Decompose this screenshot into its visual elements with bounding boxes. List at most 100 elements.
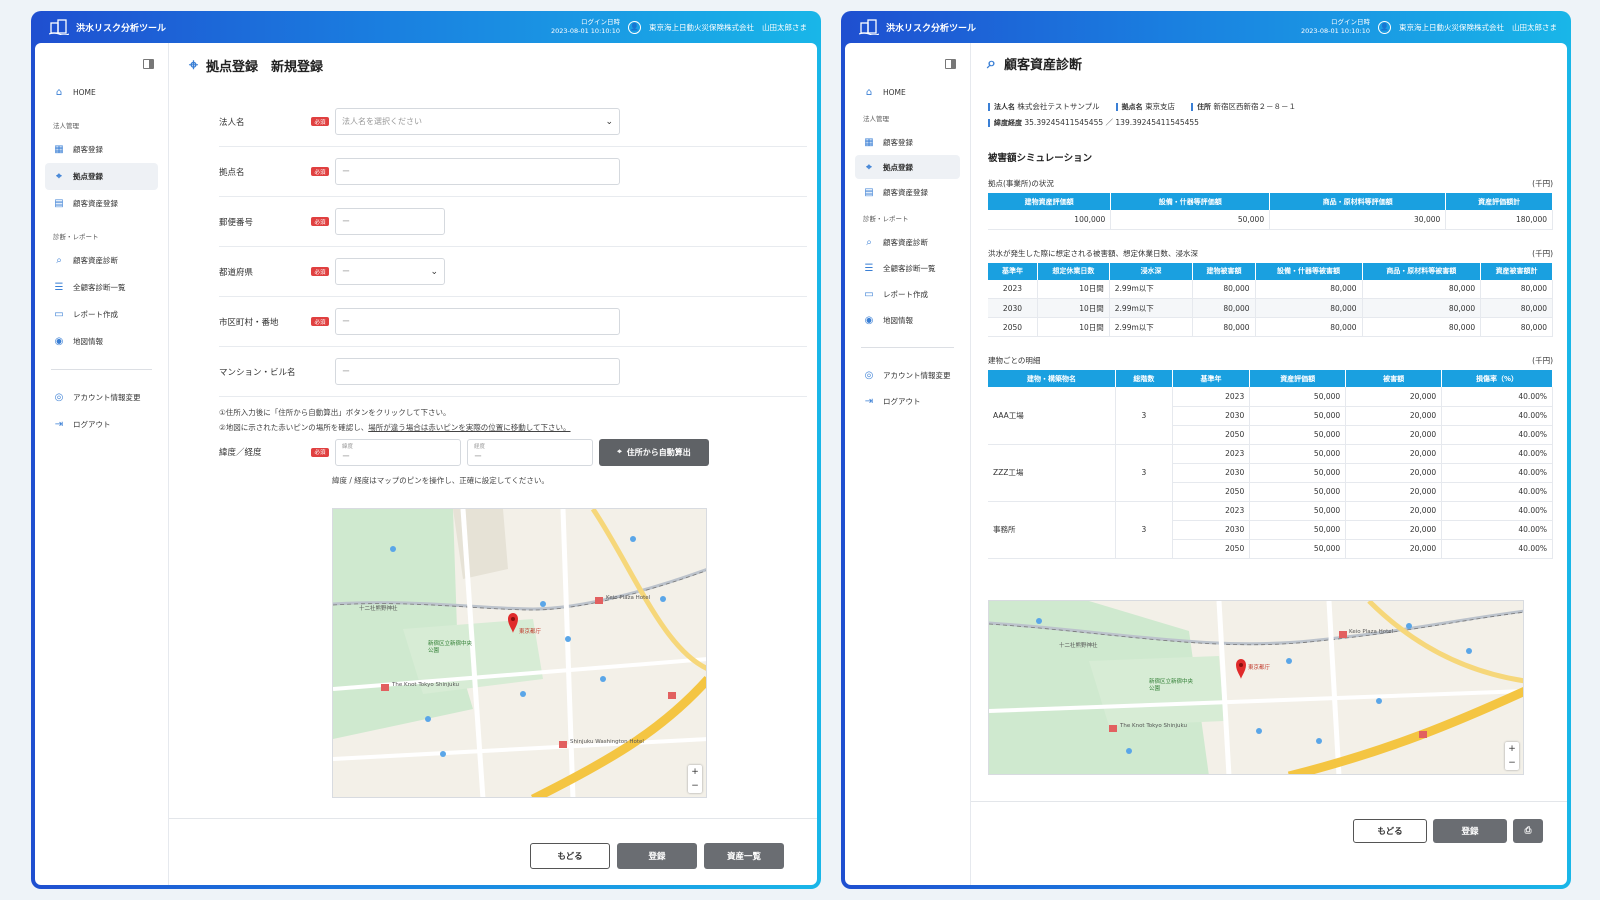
- zoom-out-button[interactable]: −: [1505, 756, 1519, 770]
- sidebar-item-report[interactable]: ▭ レポート作成: [45, 301, 158, 328]
- sidebar-item-account[interactable]: ◎ アカウント情報変更: [45, 384, 158, 411]
- corp-select[interactable]: 法人名を選択ください ⌄: [335, 108, 620, 135]
- table-cell: 50,000: [1249, 539, 1347, 559]
- back-button[interactable]: もどる: [530, 843, 610, 869]
- sidebar-item-map[interactable]: ◉ 地図情報: [855, 307, 960, 333]
- table-cell: 40.00%: [1441, 444, 1553, 464]
- print-button[interactable]: ⎙: [1513, 819, 1543, 843]
- register-button[interactable]: 登録: [617, 843, 697, 869]
- printer-icon: ⎙: [1524, 826, 1532, 836]
- sidebar-item-map[interactable]: ◉ 地図情報: [45, 328, 158, 355]
- map-park-label: 新宿区立新宿中央公園: [1149, 679, 1194, 692]
- back-button[interactable]: もどる: [1353, 819, 1427, 843]
- table-cell: 40.00%: [1441, 482, 1553, 502]
- sidebar-item-all-diagnosis[interactable]: ☰ 全顧客診断一覧: [45, 274, 158, 301]
- sidebar-item-site-registration[interactable]: ⌖ 拠点登録: [855, 155, 960, 179]
- location-map[interactable]: 東京都庁 Keio Plaza Hotel The Knot Tokyo Shi…: [332, 508, 707, 798]
- table-cell: 50,000: [1249, 444, 1347, 464]
- zip-input[interactable]: ー: [335, 208, 445, 235]
- location-map[interactable]: 東京都庁 Keio Plaza Hotel The Knot Tokyo Shi…: [988, 600, 1524, 775]
- sidebar-collapse-icon[interactable]: [945, 59, 956, 69]
- table-header: 基準年: [1172, 370, 1251, 387]
- table1-caption: 拠点(事業所)の状況 (千円): [988, 179, 1553, 188]
- table-header: 資産評価額: [1249, 370, 1347, 387]
- app-title: 洪水リスク分析ツール: [886, 23, 977, 34]
- form-row-site: 拠点名 必須 ー: [219, 147, 807, 197]
- auto-calc-button[interactable]: ⌖ 住所から自動算出: [599, 438, 709, 466]
- document-icon: ▤: [54, 198, 64, 209]
- login-info: ログイン日時 2023-08-01 10:10:10: [1301, 18, 1370, 36]
- page-title: ⌕ 顧客資産診断: [987, 53, 1082, 73]
- table-cell: 40.00%: [1441, 520, 1553, 540]
- footer-divider: [971, 801, 1567, 802]
- table-cell: 80,000: [1362, 317, 1482, 337]
- latitude-input[interactable]: 緯度ー: [335, 438, 461, 466]
- sidebar-item-customer-registration[interactable]: ▦ 顧客登録: [45, 136, 158, 163]
- building-name-cell: 事務所: [988, 501, 1117, 559]
- zoom-in-button[interactable]: +: [688, 765, 702, 779]
- app-logo[interactable]: 洪水リスク分析ツール: [49, 19, 166, 35]
- sidebar-item-asset-registration[interactable]: ▤ 顧客資産登録: [855, 179, 960, 205]
- user-icon[interactable]: 👤: [628, 20, 641, 34]
- longitude-input[interactable]: 経度ー: [467, 438, 593, 466]
- user-icon[interactable]: 👤: [1378, 20, 1391, 34]
- sidebar-item-customer-registration[interactable]: ▦ 顧客登録: [855, 129, 960, 155]
- table-cell: 2050: [988, 317, 1038, 337]
- register-button[interactable]: 登録: [1433, 819, 1507, 843]
- table-header: 浸水深: [1109, 262, 1194, 280]
- table-cell: 50,000: [1249, 406, 1347, 426]
- sidebar-item-logout[interactable]: ⇥ ログアウト: [45, 411, 158, 438]
- sidebar-item-report[interactable]: ▭ レポート作成: [855, 281, 960, 307]
- table-cell: 50,000: [1249, 463, 1347, 483]
- table-header: 設備・什器等評価額: [1110, 193, 1271, 210]
- table-cell: 2030: [1172, 463, 1251, 483]
- table-cell: 40.00%: [1441, 463, 1553, 483]
- sidebar-item-home[interactable]: ⌂ HOME: [45, 79, 158, 106]
- zoom-out-button[interactable]: −: [688, 779, 702, 793]
- sidebar-item-asset-diagnosis[interactable]: ⌕ 顧客資産診断: [855, 229, 960, 255]
- table-cell: 180,000: [1445, 210, 1553, 230]
- table-header: 基準年: [988, 262, 1038, 280]
- user-name[interactable]: 山田太郎さま: [762, 22, 807, 33]
- table-cell: 50,000: [1249, 520, 1347, 540]
- table-cell: 2050: [1172, 482, 1251, 502]
- table-cell: 20,000: [1345, 520, 1443, 540]
- sidebar-item-all-diagnosis[interactable]: ☰ 全顧客診断一覧: [855, 255, 960, 281]
- company-name: 東京海上日動火災保険株式会社: [649, 22, 754, 32]
- table-row: 2023 10日間 2.99m以下 80,000 80,000 80,000 80,000: [988, 279, 1553, 299]
- table-row: ZZZ工場 3 2023 50,000 20,000 40.00%: [988, 444, 1553, 502]
- table-row: 2030 10日間 2.99m以下 80,000 80,000 80,000 80,000: [988, 298, 1553, 318]
- prefecture-select[interactable]: ー ⌄: [335, 258, 445, 285]
- table-cell: 80,000: [1480, 298, 1553, 318]
- chevron-down-icon: ⌄: [430, 266, 438, 277]
- sidebar-item-logout[interactable]: ⇥ ログアウト: [855, 388, 960, 414]
- table-cell: 2030: [1172, 406, 1251, 426]
- zoom-in-button[interactable]: +: [1505, 742, 1519, 756]
- building-input[interactable]: ー: [335, 358, 620, 385]
- site-name-input[interactable]: ー: [335, 158, 620, 185]
- sidebar-collapse-icon[interactable]: [143, 59, 154, 69]
- table-cell: 50,000: [1249, 501, 1347, 521]
- table-cell: 20,000: [1345, 444, 1443, 464]
- sidebar-item-asset-registration[interactable]: ▤ 顧客資産登録: [45, 190, 158, 217]
- sidebar-item-site-registration[interactable]: ⌖ 拠点登録: [45, 163, 158, 190]
- table-cell: 2030: [1172, 520, 1251, 540]
- app-logo[interactable]: 洪水リスク分析ツール: [859, 19, 976, 35]
- window-site-registration: 洪水リスク分析ツール ログイン日時 2023-08-01 10:10:10 👤 …: [31, 11, 821, 889]
- required-badge: 必須: [311, 317, 329, 326]
- sidebar-item-account[interactable]: ◎ アカウント情報変更: [855, 362, 960, 388]
- app-title: 洪水リスク分析ツール: [76, 23, 167, 34]
- map-park-label: 新宿区立新宿中央公園: [428, 641, 473, 654]
- company-name: 東京海上日動火災保険株式会社: [1399, 22, 1504, 32]
- table-cell: 80,000: [1480, 317, 1553, 337]
- list-icon: ☰: [54, 282, 64, 293]
- asset-list-button[interactable]: 資産一覧: [704, 843, 784, 869]
- table-cell: 100,000: [988, 210, 1112, 230]
- city-input[interactable]: ー: [335, 308, 620, 335]
- map-hint: 緯度 / 経度はマップのピンを操作し、正確に設定してください。: [332, 476, 549, 485]
- table-cell: 40.00%: [1441, 539, 1553, 559]
- user-name[interactable]: 山田太郎さま: [1512, 22, 1557, 33]
- sidebar-item-asset-diagnosis[interactable]: ⌕ 顧客資産診断: [45, 247, 158, 274]
- table-cell: 20,000: [1345, 387, 1443, 407]
- sidebar-item-home[interactable]: ⌂ HOME: [855, 79, 960, 105]
